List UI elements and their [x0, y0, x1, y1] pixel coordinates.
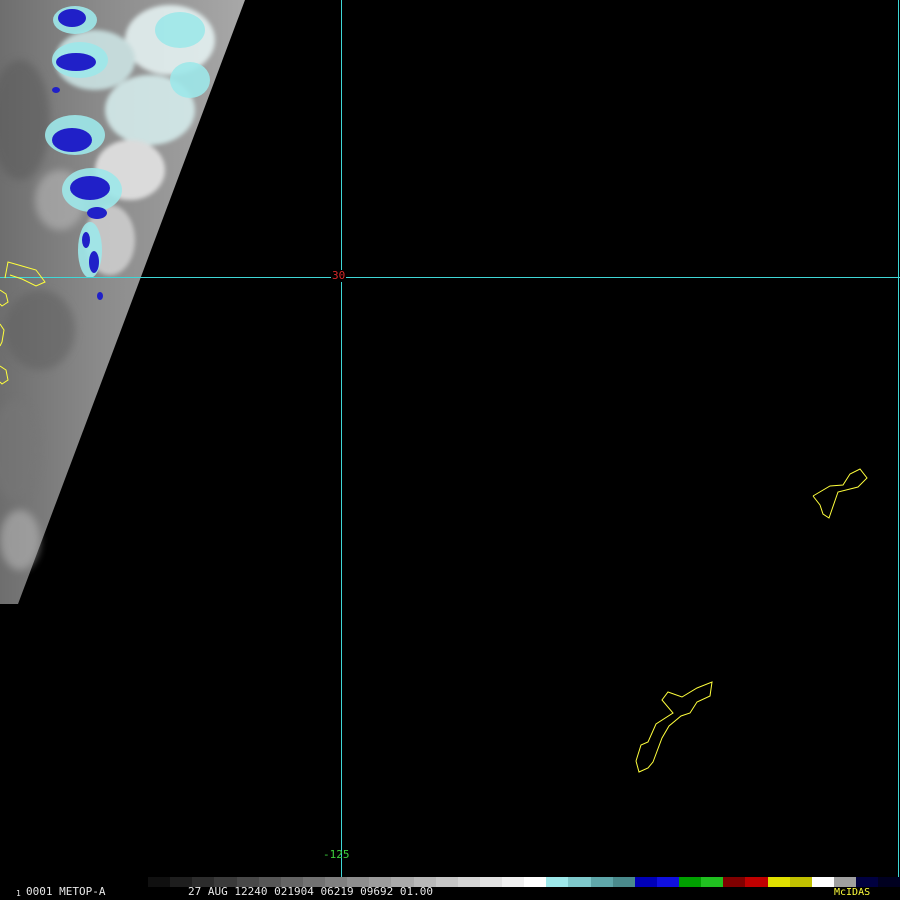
coastline-outlines [0, 261, 868, 773]
image-swath [0, 0, 245, 604]
coastline-east-island [812, 468, 868, 519]
status-bar [0, 886, 900, 900]
satellite-image [0, 0, 900, 877]
coastline-south-island [635, 681, 713, 773]
longitude-label: -125 [323, 848, 350, 861]
frame-id: 0001 METOP-A [26, 885, 106, 898]
scan-info: 27 AUG 12240 021904 06219 09692 01.00 [188, 885, 434, 898]
software-label: McIDAS [834, 887, 871, 898]
latitude-label: 30 [331, 269, 347, 282]
frame-number: 1 [16, 889, 21, 898]
